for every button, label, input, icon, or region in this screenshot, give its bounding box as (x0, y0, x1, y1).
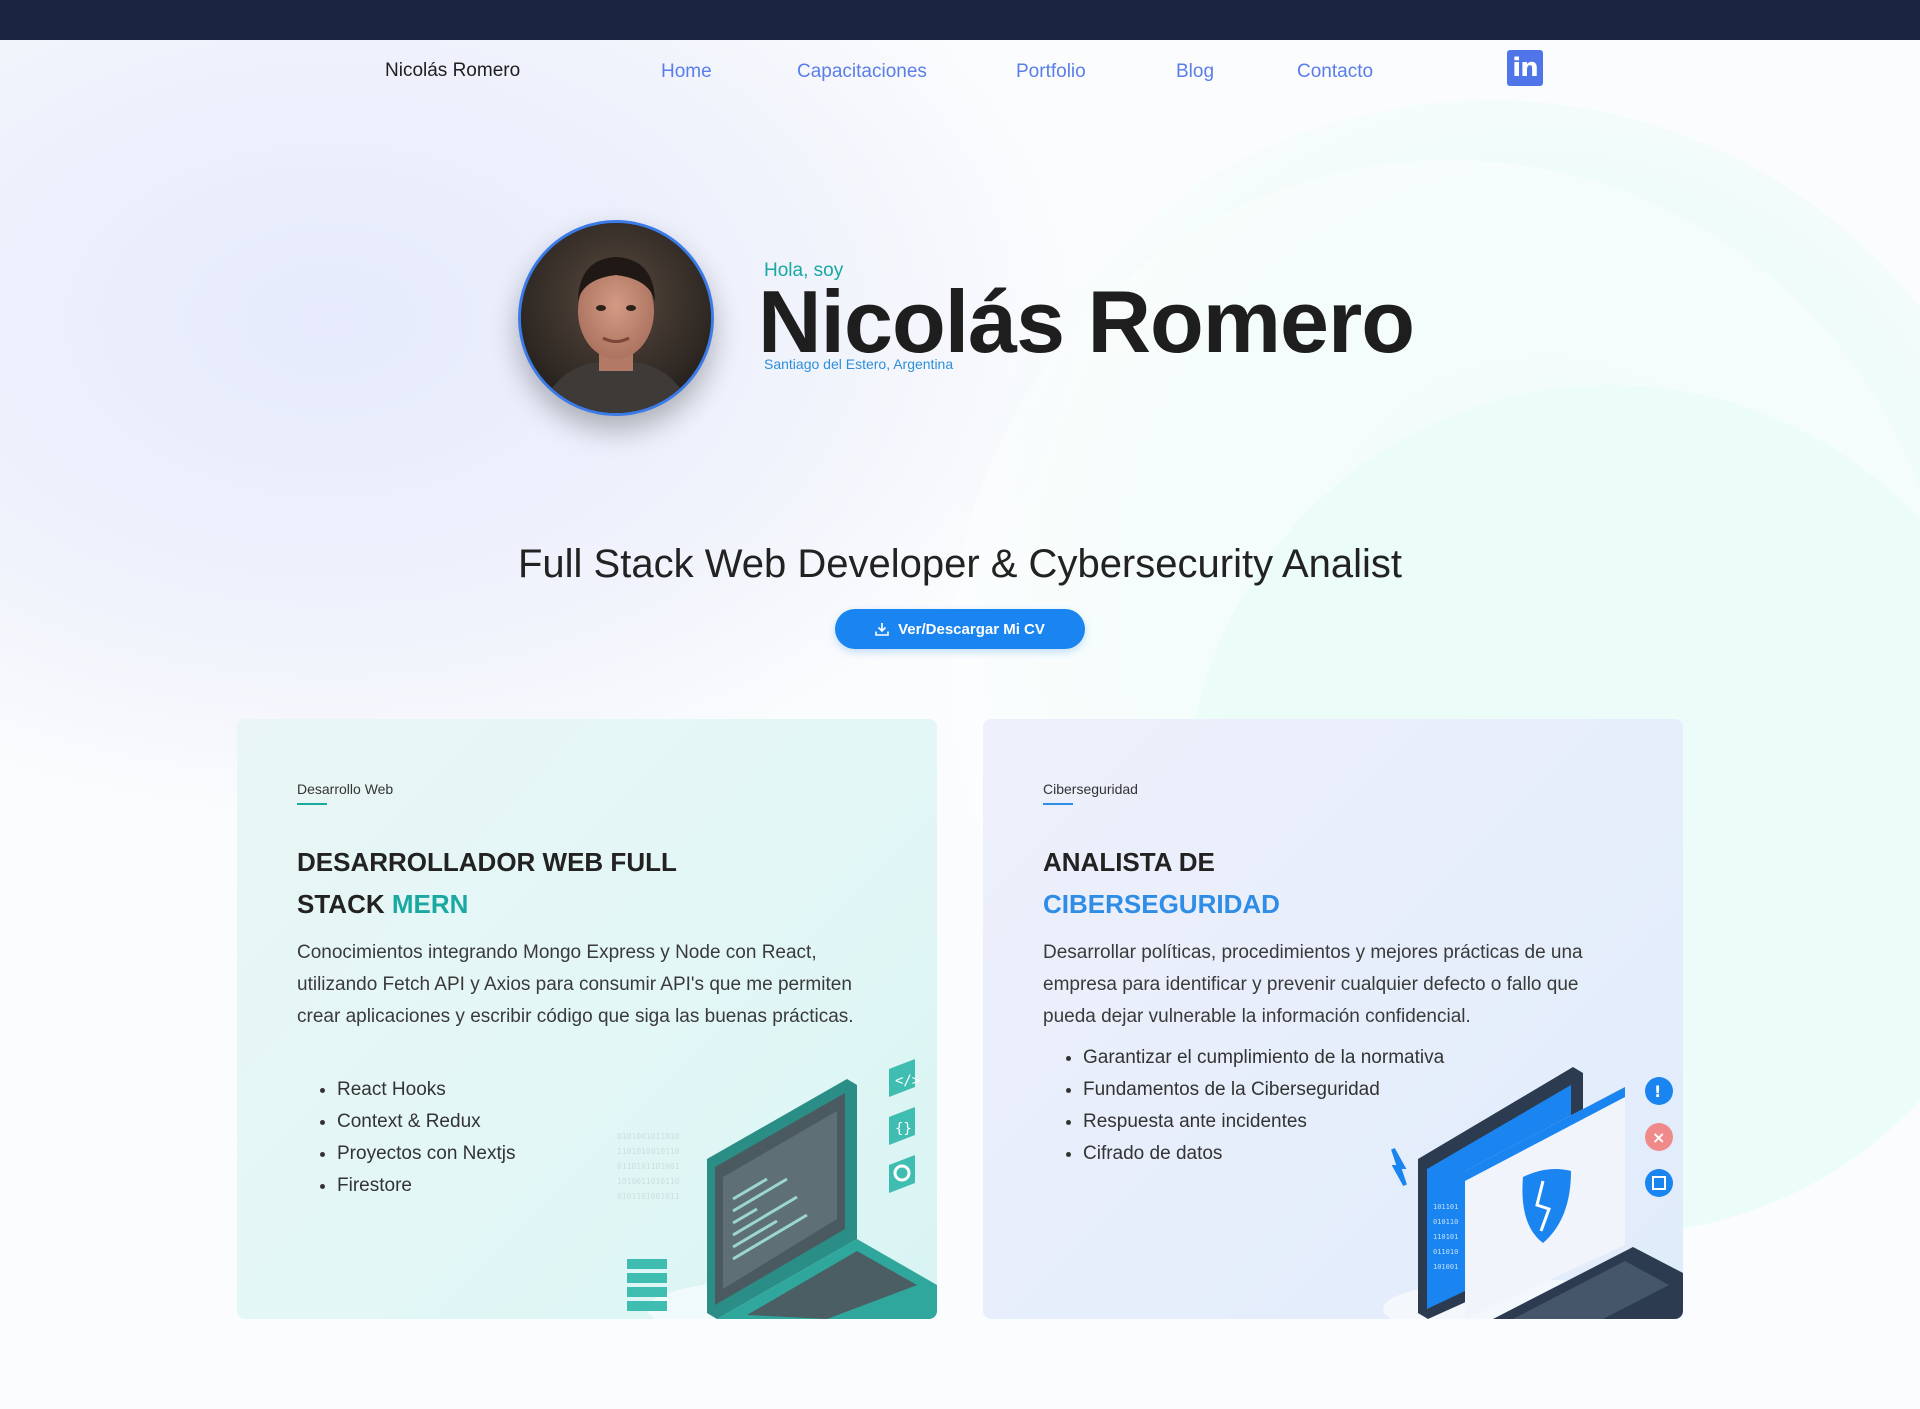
svg-text:0101101001011: 0101101001011 (617, 1192, 680, 1201)
svg-text:011010: 011010 (1433, 1248, 1458, 1256)
svg-text:{}: {} (895, 1121, 912, 1137)
card-title-accent: MERN (391, 889, 469, 919)
card-cybersecurity: Ciberseguridad ANALISTA DE CIBERSEGURIDA… (983, 719, 1683, 1319)
card-title: DESARROLLADOR WEB FULL STACK MERN (297, 841, 857, 925)
card-description: Conocimientos integrando Mongo Express y… (297, 942, 854, 1027)
avatar (518, 220, 714, 416)
card-tag-underline (297, 803, 327, 805)
avatar-photo (521, 223, 711, 413)
background-blob-left (0, 40, 1080, 820)
list-item: React Hooks (337, 1074, 515, 1106)
nav-link-capacitaciones[interactable]: Capacitaciones (797, 61, 927, 83)
card-title-line1: DESARROLLADOR WEB FULL (297, 847, 677, 877)
card-title-line1: ANALISTA DE (1043, 847, 1215, 877)
svg-text:×: × (1652, 1128, 1665, 1147)
nav-link-portfolio[interactable]: Portfolio (1016, 61, 1086, 83)
linkedin-icon-text: in (1512, 53, 1538, 83)
svg-text:1101010010110: 1101010010110 (617, 1147, 680, 1156)
nav-link-blog[interactable]: Blog (1176, 61, 1214, 83)
svg-text:0110101101001: 0110101101001 (617, 1162, 680, 1171)
linkedin-icon[interactable]: in (1507, 50, 1543, 86)
download-icon (875, 623, 889, 636)
top-bar (0, 0, 1920, 40)
laptop-shield-illustration: 101101 010110 110101 011010 101001 ! × (1383, 1067, 1683, 1319)
svg-text:010110: 010110 (1433, 1218, 1458, 1226)
card-tag: Desarrollo Web (297, 781, 394, 797)
card-web-development: Desarrollo Web DESARROLLADOR WEB FULL ST… (237, 719, 937, 1319)
download-cv-button[interactable]: Ver/Descargar Mi CV (835, 609, 1085, 649)
svg-text:!: ! (1654, 1082, 1661, 1101)
navbar: Nicolás Romero Home Capacitaciones Portf… (0, 40, 1920, 106)
card-tag: Ciberseguridad (1043, 781, 1138, 797)
card-description: Desarrollar políticas, procedimientos y … (1043, 942, 1583, 1027)
svg-text:101001: 101001 (1433, 1263, 1458, 1271)
card-skill-list: React Hooks Context & Redux Proyectos co… (297, 1074, 515, 1202)
hero-location: Santiago del Estero, Argentina (764, 356, 954, 372)
laptop-code-illustration: 0101001011010 1101010010110 011010110100… (617, 1059, 937, 1319)
nav-link-home[interactable]: Home (661, 61, 712, 83)
svg-text:1010011010110: 1010011010110 (617, 1177, 680, 1186)
card-tag-underline (1043, 803, 1073, 805)
card-title: ANALISTA DE CIBERSEGURIDAD (1043, 841, 1603, 925)
svg-text:110101: 110101 (1433, 1233, 1458, 1241)
list-item: Proyectos con Nextjs (337, 1138, 515, 1170)
hero-subtitle: Full Stack Web Developer & Cybersecurity… (517, 542, 1403, 586)
nav-link-contacto[interactable]: Contacto (1297, 61, 1373, 83)
svg-text:0101001011010: 0101001011010 (617, 1132, 680, 1141)
card-title-accent: CIBERSEGURIDAD (1043, 889, 1280, 919)
svg-text:</>: </> (895, 1073, 920, 1089)
svg-text:101101: 101101 (1433, 1203, 1458, 1211)
list-item: Context & Redux (337, 1106, 515, 1138)
list-item: Firestore (337, 1170, 515, 1202)
brand-name[interactable]: Nicolás Romero (385, 60, 520, 82)
download-cv-label: Ver/Descargar Mi CV (898, 620, 1045, 638)
card-title-line2: STACK (297, 889, 392, 919)
